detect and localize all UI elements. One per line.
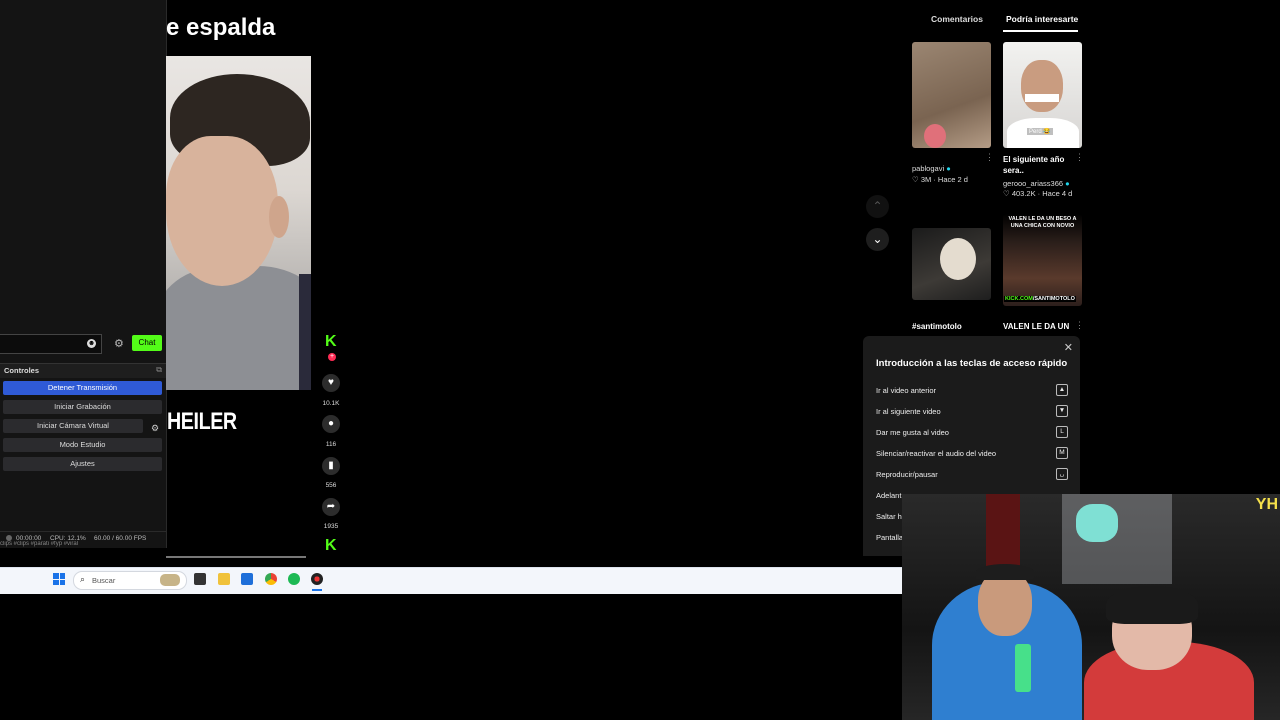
video-player[interactable] [166, 56, 311, 390]
chrome-icon[interactable] [265, 573, 277, 585]
key-m-icon: M [1056, 447, 1068, 459]
video-caption[interactable]: El siguiente año sera.. [1003, 154, 1069, 176]
key-space-icon: ␣ [1056, 468, 1068, 480]
search-highlight-icon [160, 574, 180, 586]
tab-comments[interactable]: Comentarios [931, 14, 983, 24]
video-caption[interactable]: #santimotolo [912, 322, 962, 331]
obs-icon[interactable] [311, 573, 323, 585]
controls-header: Controles ⧉ [0, 363, 166, 378]
taskbar-search-box[interactable]: ⌕ Buscar [73, 571, 187, 590]
save-count: 556 [325, 482, 337, 489]
share-count: 1935 [323, 523, 339, 530]
comment-icon[interactable]: ● [322, 415, 340, 433]
virtual-camera-gear-icon[interactable]: ⚙ [148, 421, 162, 435]
thumbnail-kick-watermark: KICK.COM/SANTIMOTOLO [1004, 296, 1076, 302]
next-video-chevron-down-icon[interactable]: ⌄ [866, 228, 889, 251]
search-icon: ⌕ [80, 574, 86, 584]
start-virtual-camera-button[interactable]: Iniciar Cámara Virtual [3, 419, 143, 433]
video-caption[interactable]: VALEN LE DA UN [1003, 322, 1069, 331]
verified-badge-icon: ● [1065, 179, 1070, 188]
recommended-video-thumbnail[interactable] [912, 42, 991, 148]
progress-bar[interactable] [166, 556, 306, 558]
store-icon[interactable] [241, 573, 253, 585]
heart-outline-icon: ♡ [912, 175, 919, 184]
creator-avatar-kick-icon[interactable]: K [325, 334, 339, 350]
shortcut-row: Ir al video anterior ▲ [876, 384, 1068, 398]
follow-plus-icon[interactable]: + [328, 353, 336, 361]
shortcut-row: Ir al siguiente video ▼ [876, 405, 1068, 419]
windows-start-icon[interactable] [53, 573, 65, 585]
video-author[interactable]: pablogavi ● [912, 164, 951, 173]
chat-settings-gear-icon[interactable]: ⚙ [114, 337, 124, 350]
recommended-video-thumbnail[interactable]: VALEN LE DA UN BESO A UNA CHICA CON NOVI… [1003, 214, 1082, 306]
bookmark-icon[interactable]: ▮ [322, 457, 340, 475]
video-author[interactable]: gerooo_ariass366 ● [1003, 179, 1070, 188]
spotify-icon[interactable] [288, 573, 300, 585]
dock-menu-icon[interactable]: ⧉ [156, 365, 162, 375]
tab-may-interest[interactable]: Podría interesarte [1006, 14, 1078, 24]
video-stats: ♡ 3M · Hace 2 d [912, 175, 968, 184]
share-arrow-icon[interactable]: ➦ [322, 498, 340, 516]
heart-outline-icon: ♡ [1003, 189, 1010, 198]
like-count: 10.1K [322, 400, 340, 407]
shortcut-row: Reproducir/pausar ␣ [876, 468, 1068, 482]
shortcut-row: Dar me gusta al video L [876, 426, 1068, 440]
settings-button[interactable]: Ajustes [3, 457, 162, 471]
shortcuts-title: Introducción a las teclas de acceso rápi… [876, 358, 1068, 369]
video-title: e espalda [166, 14, 276, 41]
task-view-icon[interactable] [194, 573, 206, 585]
chat-button[interactable]: Chat [132, 335, 162, 351]
key-down-icon: ▼ [1056, 405, 1068, 417]
more-options-icon[interactable]: ⋮ [985, 152, 994, 163]
close-icon[interactable]: ✕ [1064, 341, 1073, 354]
thumbnail-sticker-text: Perd 😂 [1027, 128, 1053, 135]
active-tab-indicator [1003, 30, 1078, 32]
like-heart-icon[interactable]: ♥ [322, 374, 340, 392]
scrolling-ticker: clips #clips #parati #fyp #viral [0, 541, 79, 547]
previous-video-chevron-up-icon[interactable]: ⌃ [866, 195, 889, 218]
more-options-icon[interactable]: ⋮ [1075, 320, 1084, 331]
verified-badge-icon: ● [946, 164, 951, 173]
more-options-icon[interactable]: ⋮ [1075, 152, 1084, 163]
stop-streaming-button[interactable]: Detener Transmisión [3, 381, 162, 395]
shortcut-row: Silenciar/reactivar el audio del video M [876, 447, 1068, 461]
key-up-icon: ▲ [1056, 384, 1068, 396]
start-recording-button[interactable]: Iniciar Grabación [3, 400, 162, 414]
search-placeholder: Buscar [92, 576, 116, 585]
webcam-corner-text: YH [1255, 496, 1278, 513]
active-app-indicator [312, 589, 322, 591]
webcam-overlay: YH [902, 494, 1280, 720]
emoji-icon[interactable]: ☻ [87, 339, 96, 348]
chat-input[interactable]: ☻ [0, 334, 102, 354]
comment-count: 116 [325, 441, 337, 448]
recommended-video-thumbnail[interactable] [912, 228, 991, 300]
controls-title: Controles [4, 366, 40, 375]
key-l-icon: L [1056, 426, 1068, 438]
video-caption: HEILER [167, 408, 237, 435]
video-stats: ♡ 403.2K · Hace 4 d [1003, 189, 1073, 198]
studio-mode-button[interactable]: Modo Estudio [3, 438, 162, 452]
file-explorer-icon[interactable] [218, 573, 230, 585]
recommended-video-thumbnail[interactable]: Perd 😂 [1003, 42, 1082, 148]
panel-tabs: Comentarios Podría interesarte [904, 8, 1084, 32]
sound-kick-icon[interactable]: K [325, 538, 339, 554]
thumbnail-overlay-text: VALEN LE DA UN BESO A UNA CHICA CON NOVI… [1008, 216, 1077, 229]
